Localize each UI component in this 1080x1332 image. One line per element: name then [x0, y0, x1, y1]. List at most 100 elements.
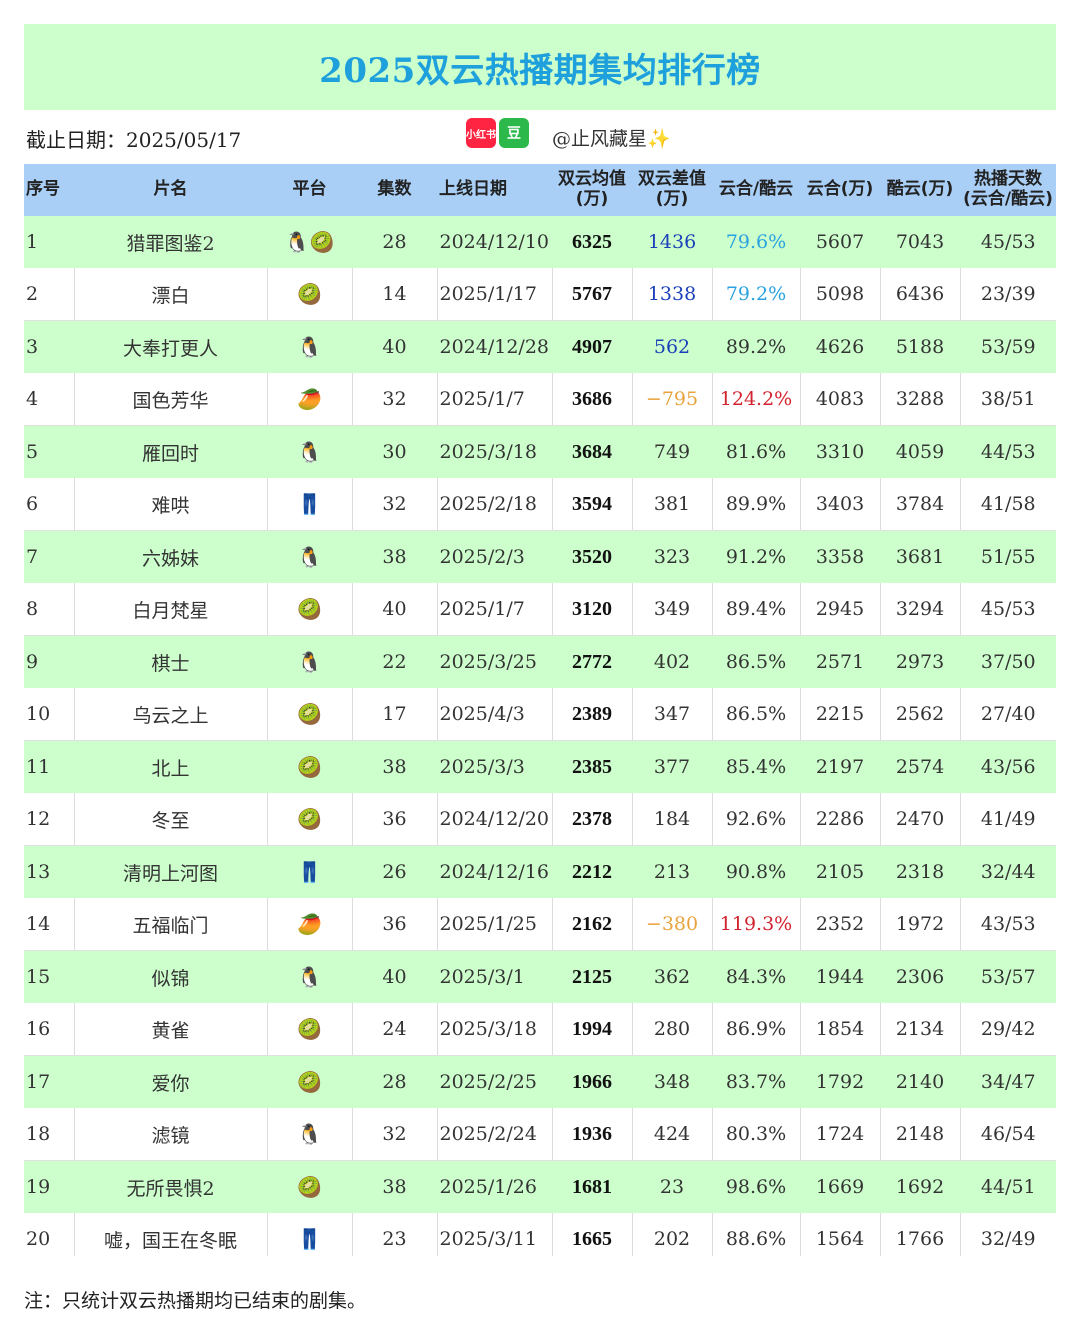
table-row: 10 乌云之上 🥝 17 2025/4/3 2389 347 86.5% 2215 2562 27/…	[24, 688, 1056, 741]
cell-date: 2024/12/28	[437, 320, 553, 373]
col-name: 片名	[74, 164, 267, 216]
cell-days: 44/53	[960, 425, 1056, 478]
cell-yunhe: 5607	[800, 216, 881, 268]
cell-days: 23/39	[960, 268, 1056, 321]
cell-episodes: 17	[352, 688, 438, 741]
cell-days: 43/53	[960, 898, 1056, 951]
cell-rank: 13	[24, 845, 75, 898]
table-row: 13 清明上河图 👖 26 2024/12/16 2212 213 90.8% 2105 2318…	[24, 845, 1056, 898]
cell-date: 2025/2/24	[437, 1108, 553, 1161]
table-row: 2 漂白 🥝 14 2025/1/17 5767 1338 79.2% 5098 6436 23/3…	[24, 268, 1056, 321]
cell-rank: 10	[24, 688, 75, 741]
cell-kuyun: 1972	[880, 898, 961, 951]
cell-rank: 2	[24, 268, 75, 321]
cell-diff: 23	[632, 1160, 713, 1213]
cell-rank: 7	[24, 530, 75, 583]
cell-days: 41/49	[960, 793, 1056, 846]
cell-days: 43/56	[960, 740, 1056, 793]
cell-diff: 562	[632, 320, 713, 373]
cell-avg: 2125	[552, 950, 633, 1003]
footnote: 注：只统计双云热播期均已结束的剧集。	[24, 1290, 367, 1312]
cell-yunhe: 1854	[800, 1003, 881, 1056]
cell-name: 黄雀	[74, 1003, 268, 1056]
cell-date: 2024/12/20	[437, 793, 553, 846]
cell-date: 2025/1/26	[437, 1160, 553, 1213]
cell-diff: −795	[632, 373, 713, 426]
cell-yunhe: 2105	[800, 845, 881, 898]
cell-diff: 377	[632, 740, 713, 793]
ranking-table: 序号 片名 平台 集数 上线日期 双云均值 (万) 双云差值 (万) 云合/酷云…	[24, 164, 1056, 1266]
cell-platform: 🥝	[267, 1055, 353, 1108]
cell-date: 2025/2/18	[437, 478, 553, 531]
author-handle: @止风藏星✨	[552, 124, 671, 151]
col-avg: 双云均值 (万)	[552, 164, 632, 216]
cell-episodes: 22	[352, 635, 438, 688]
cell-episodes: 38	[352, 530, 438, 583]
douban-icon: 豆	[499, 118, 529, 148]
cell-date: 2025/2/3	[437, 530, 553, 583]
table-row: 3 大奉打更人 🐧 40 2024/12/28 4907 562 89.2% 4626 5188 5…	[24, 320, 1056, 373]
cell-date: 2025/1/7	[437, 373, 553, 426]
col-episodes: 集数	[352, 164, 437, 216]
cell-avg: 1994	[552, 1003, 633, 1056]
cell-ratio: 124.2%	[712, 373, 801, 426]
cell-kuyun: 2306	[880, 950, 961, 1003]
cell-yunhe: 3310	[800, 425, 881, 478]
cell-rank: 3	[24, 320, 75, 373]
cell-name: 棋士	[74, 635, 268, 688]
cell-name: 六姊妹	[74, 530, 268, 583]
cell-days: 44/51	[960, 1160, 1056, 1213]
cell-episodes: 24	[352, 1003, 438, 1056]
cell-days: 29/42	[960, 1003, 1056, 1056]
cell-kuyun: 4059	[880, 425, 961, 478]
col-platform: 平台	[267, 164, 352, 216]
cell-diff: −380	[632, 898, 713, 951]
table-row: 16 黄雀 🥝 24 2025/3/18 1994 280 86.9% 1854 2134 29/4…	[24, 1003, 1056, 1056]
cell-diff: 213	[632, 845, 713, 898]
cell-platform: 🥭	[267, 898, 353, 951]
cell-name: 无所畏惧2	[74, 1160, 268, 1213]
cell-diff: 381	[632, 478, 713, 531]
cell-rank: 4	[24, 373, 75, 426]
cell-name: 清明上河图	[74, 845, 268, 898]
cell-yunhe: 1724	[800, 1108, 881, 1161]
col-days: 热播天数 (云合/酷云)	[960, 164, 1056, 216]
cell-kuyun: 2148	[880, 1108, 961, 1161]
cell-kuyun: 3784	[880, 478, 961, 531]
table-row: 18 滤镜 🐧 32 2025/2/24 1936 424 80.3% 1724 2148 46/5…	[24, 1108, 1056, 1161]
cell-episodes: 40	[352, 583, 438, 636]
cell-date: 2024/12/10	[437, 216, 553, 268]
cell-ratio: 89.4%	[712, 583, 801, 636]
cell-avg: 2378	[552, 793, 633, 846]
cell-rank: 15	[24, 950, 75, 1003]
cell-avg: 1681	[552, 1160, 633, 1213]
cell-yunhe: 1792	[800, 1055, 881, 1108]
cell-name: 似锦	[74, 950, 268, 1003]
cutoff-date: 截止日期：2025/05/17	[26, 128, 242, 152]
cell-rank: 19	[24, 1160, 75, 1213]
cell-days: 38/51	[960, 373, 1056, 426]
cell-ratio: 80.3%	[712, 1108, 801, 1161]
cell-diff: 347	[632, 688, 713, 741]
cell-rank: 8	[24, 583, 75, 636]
table-row: 9 棋士 🐧 22 2025/3/25 2772 402 86.5% 2571 2973 37/50	[24, 635, 1056, 688]
sparkle-icon: ✨	[647, 128, 671, 150]
col-yunhe: 云合(万)	[800, 164, 880, 216]
cell-episodes: 14	[352, 268, 438, 321]
xiaohongshu-icon: 小红书	[466, 118, 496, 148]
cell-kuyun: 3288	[880, 373, 961, 426]
cell-kuyun: 3294	[880, 583, 961, 636]
cell-avg: 2772	[552, 635, 633, 688]
col-diff: 双云差值 (万)	[632, 164, 712, 216]
cell-date: 2025/2/25	[437, 1055, 553, 1108]
cell-episodes: 40	[352, 950, 438, 1003]
cell-rank: 11	[24, 740, 75, 793]
cell-name: 雁回时	[74, 425, 268, 478]
cell-avg: 2212	[552, 845, 633, 898]
cell-days: 37/50	[960, 635, 1056, 688]
cell-diff: 424	[632, 1108, 713, 1161]
page-title: 2025双云热播期集均排行榜	[319, 50, 761, 91]
cell-ratio: 98.6%	[712, 1160, 801, 1213]
cell-episodes: 40	[352, 320, 438, 373]
table-body: 1 猎罪图鉴2 🐧🥝 28 2024/12/10 6325 1436 79.6% 5607 704…	[24, 216, 1056, 1266]
